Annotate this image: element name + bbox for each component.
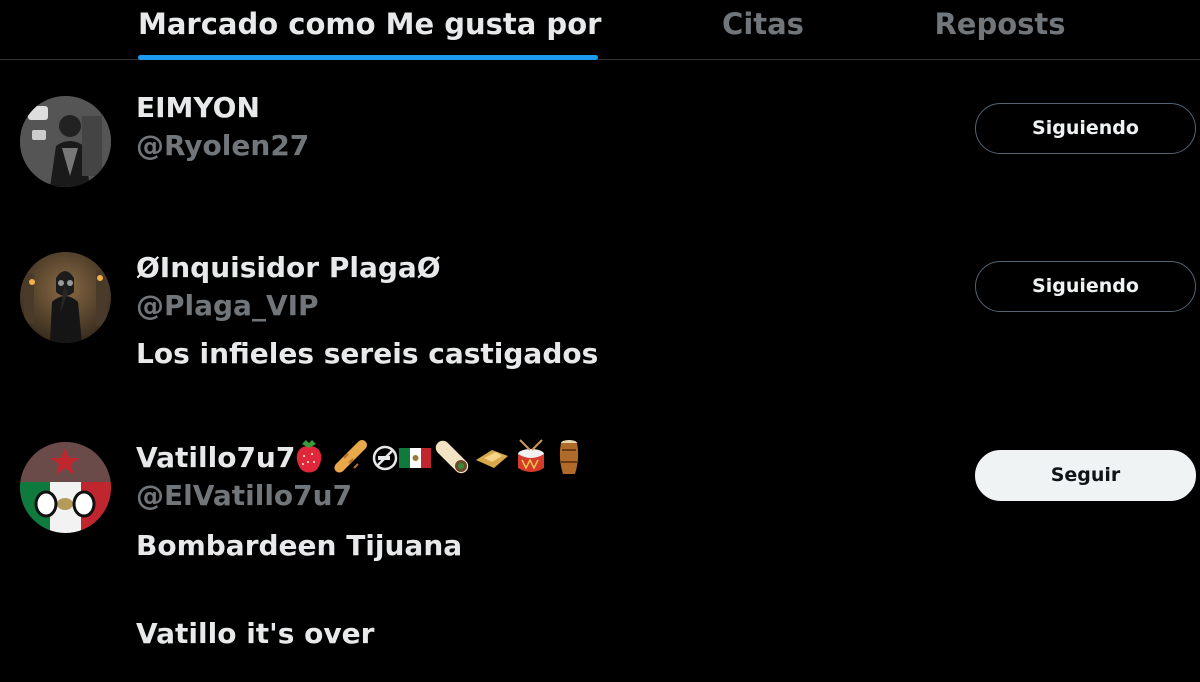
mexico-flag-icon [398,438,432,480]
avatar[interactable] [20,442,111,533]
user-row[interactable]: ØInquisidor PlagaØ @Plaga_VIP Los infiel… [0,222,1200,422]
display-name[interactable]: Vatillo7u7 [136,440,295,476]
no-smoking-icon [370,438,400,480]
user-bio: Los infieles sereis castigados [136,337,599,370]
user-handle[interactable]: @Plaga_VIP [136,288,319,324]
tab-quotes-label: Citas [722,7,804,41]
avatar[interactable] [20,252,111,343]
strawberry-icon [292,438,326,480]
tamale-icon [474,438,510,480]
user-bio-line-2: Vatillo it's over [136,617,375,650]
active-tab-indicator [138,55,598,60]
follow-button[interactable]: Seguir [975,450,1196,501]
display-name[interactable]: EIMYON [136,90,260,126]
baguette-icon [332,438,368,480]
tab-liked-by[interactable]: Marcado como Me gusta por [138,0,602,60]
following-button[interactable]: Siguiendo [975,103,1196,154]
user-row[interactable]: EIMYON @Ryolen27 Siguiendo [0,62,1200,222]
tab-bar: Marcado como Me gusta por Citas Reposts [0,0,1200,60]
user-bio: Bombardeen Tijuana [136,529,463,562]
drum-icon [514,438,548,480]
user-handle[interactable]: @ElVatillo7u7 [136,478,352,514]
display-name[interactable]: ØInquisidor PlagaØ [136,250,441,286]
following-button[interactable]: Siguiendo [975,261,1196,312]
burrito-icon [434,438,470,480]
user-row[interactable]: Vatillo7u7 @ElVatillo7u7 Bombardeen Tiju… [0,422,1200,682]
avatar[interactable] [20,96,111,187]
tab-quotes[interactable]: Citas [700,0,826,60]
tab-reposts-label: Reposts [934,7,1066,41]
conga-drum-icon [554,438,584,480]
tab-liked-by-label: Marcado como Me gusta por [138,7,602,41]
user-handle[interactable]: @Ryolen27 [136,128,309,164]
tab-reposts[interactable]: Reposts [920,0,1080,60]
